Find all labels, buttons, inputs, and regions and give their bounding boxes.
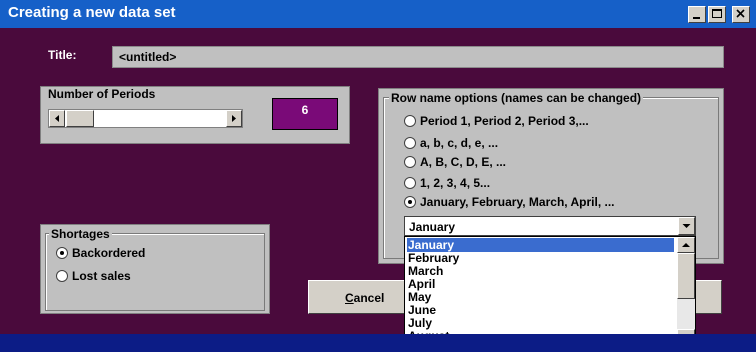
title-label: Title: bbox=[48, 48, 77, 62]
periods-scrollbar[interactable] bbox=[48, 109, 243, 128]
row-option-label: 1, 2, 3, 4, 5... bbox=[420, 176, 491, 190]
row-option-numeric[interactable]: 1, 2, 3, 4, 5... bbox=[404, 175, 490, 191]
radio-selected-icon[interactable] bbox=[404, 196, 416, 208]
month-option[interactable]: March bbox=[407, 264, 443, 278]
month-combo-value: January bbox=[409, 220, 456, 234]
radio-icon[interactable] bbox=[56, 270, 68, 282]
close-icon[interactable] bbox=[732, 6, 750, 23]
month-list-scrollbar[interactable] bbox=[677, 237, 695, 345]
cancel-mnemonic: C bbox=[345, 291, 354, 305]
status-bar bbox=[0, 334, 756, 352]
row-option-label: Period 1, Period 2, Period 3,... bbox=[420, 114, 589, 128]
scroll-up-icon[interactable] bbox=[677, 237, 695, 253]
row-option-label: a, b, c, d, e, ... bbox=[420, 136, 499, 150]
month-option[interactable]: July bbox=[407, 316, 432, 330]
shortage-option-lost-sales[interactable]: Lost sales bbox=[56, 268, 131, 284]
row-option-lowercase[interactable]: a, b, c, d, e, ... bbox=[404, 135, 498, 151]
month-option[interactable]: June bbox=[407, 303, 436, 317]
month-combo[interactable]: January bbox=[404, 216, 696, 236]
shortage-option-backordered[interactable]: Backordered bbox=[56, 245, 145, 261]
row-option-label: January, February, March, April, ... bbox=[420, 195, 615, 209]
month-option[interactable]: February bbox=[407, 251, 459, 265]
month-list-thumb[interactable] bbox=[677, 253, 695, 299]
shortage-option-label: Backordered bbox=[72, 246, 146, 260]
dialog-window: Creating a new data set Title: <untitled… bbox=[0, 0, 756, 352]
radio-icon[interactable] bbox=[404, 177, 416, 189]
month-option[interactable]: May bbox=[407, 290, 431, 304]
radio-selected-icon[interactable] bbox=[56, 247, 68, 259]
minimize-icon[interactable] bbox=[688, 6, 706, 23]
scroll-left-icon[interactable] bbox=[49, 110, 65, 127]
row-option-period[interactable]: Period 1, Period 2, Period 3,... bbox=[404, 113, 589, 129]
radio-icon[interactable] bbox=[404, 115, 416, 127]
row-option-label: A, B, C, D, E, ... bbox=[420, 155, 507, 169]
cancel-button-label: Cancel bbox=[345, 291, 384, 305]
title-bar[interactable]: Creating a new data set bbox=[0, 0, 756, 28]
title-input[interactable]: <untitled> bbox=[112, 46, 724, 68]
row-names-label: Row name options (names can be changed) bbox=[389, 91, 644, 105]
periods-label: Number of Periods bbox=[48, 87, 156, 101]
row-option-months[interactable]: January, February, March, April, ... bbox=[404, 194, 615, 210]
shortage-option-label: Lost sales bbox=[72, 269, 131, 283]
periods-scroll-thumb[interactable] bbox=[66, 110, 94, 127]
month-option[interactable]: April bbox=[407, 277, 435, 291]
radio-icon[interactable] bbox=[404, 156, 416, 168]
cancel-label-rest: ancel bbox=[353, 291, 385, 305]
window-title: Creating a new data set bbox=[8, 4, 176, 21]
row-option-uppercase[interactable]: A, B, C, D, E, ... bbox=[404, 154, 506, 170]
month-dropdown-list[interactable]: January February March April May June Ju… bbox=[404, 236, 696, 346]
month-option[interactable]: January bbox=[407, 238, 674, 252]
chevron-down-icon[interactable] bbox=[678, 217, 695, 235]
periods-count: 6 bbox=[272, 98, 338, 130]
shortages-label: Shortages bbox=[49, 227, 112, 241]
radio-icon[interactable] bbox=[404, 137, 416, 149]
scroll-right-icon[interactable] bbox=[226, 110, 242, 127]
maximize-icon[interactable] bbox=[708, 6, 726, 23]
